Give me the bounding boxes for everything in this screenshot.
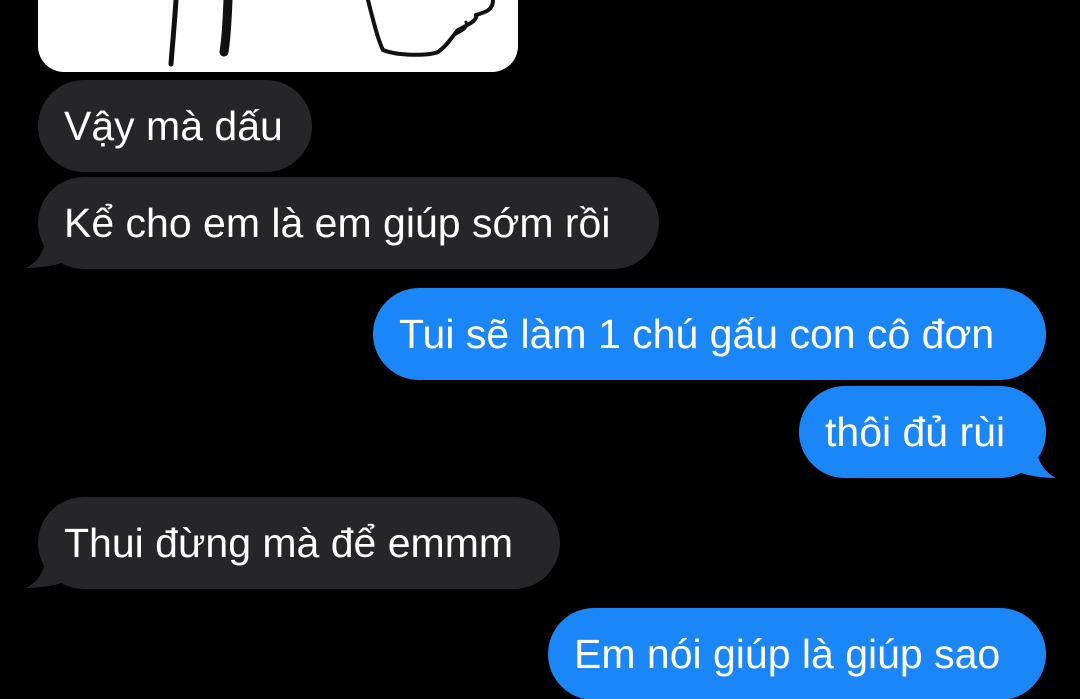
message-thread: Vậy mà dấu Kể cho em là em giúp sớm rồi … [0,0,1080,699]
outgoing-message-bubble[interactable]: Em nói giúp là giúp sao [548,608,1046,699]
message-text: Em nói giúp là giúp sao [574,631,1001,677]
message-text: Vậy mà dấu [64,103,283,149]
message-text: thôi đủ rùi [825,409,1006,455]
image-attachment[interactable] [38,0,518,72]
message-text: Thui đừng mà để emmm [64,520,513,566]
outgoing-message-bubble[interactable]: Tui sẽ làm 1 chú gấu con cô đơn [373,288,1046,380]
incoming-message-bubble[interactable]: Vậy mà dấu [38,80,312,172]
outgoing-message-bubble[interactable]: thôi đủ rùi [799,386,1046,478]
message-text: Tui sẽ làm 1 chú gấu con cô đơn [399,311,995,357]
incoming-message-bubble[interactable]: Thui đừng mà để emmm [38,497,560,589]
message-text: Kể cho em là em giúp sớm rồi [64,200,611,246]
incoming-message-bubble[interactable]: Kể cho em là em giúp sớm rồi [38,177,659,269]
sketch-drawing [168,0,495,67]
